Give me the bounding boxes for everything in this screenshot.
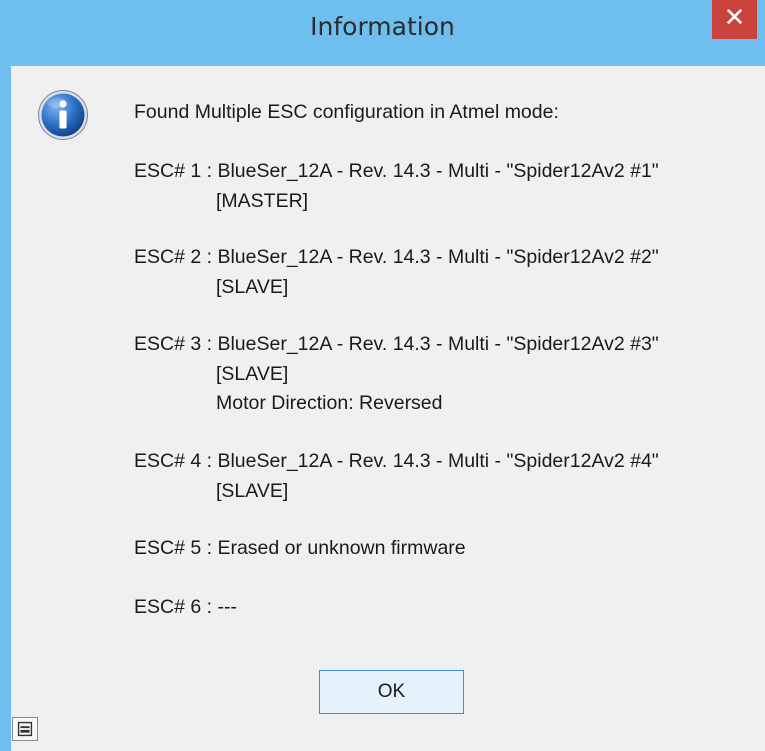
message-line: [SLAVE] [216,480,289,502]
message-line: Motor Direction: Reversed [216,392,443,414]
message-line: ESC# 1 : BlueSer_12A - Rev. 14.3 - Multi… [134,160,659,182]
message-line: [MASTER] [216,190,309,212]
window-status-icon[interactable] [12,717,38,741]
message-line: ESC# 2 : BlueSer_12A - Rev. 14.3 - Multi… [134,246,659,268]
ok-button[interactable]: OK [319,670,464,714]
message-line: ESC# 4 : BlueSer_12A - Rev. 14.3 - Multi… [134,450,659,472]
information-dialog: Information ✕ Found Multiple ESC configu… [0,0,765,751]
dialog-body: Found Multiple ESC configuration in Atme… [11,66,765,751]
message-line: ESC# 5 : Erased or unknown firmware [134,537,466,559]
message-header: Found Multiple ESC configuration in Atme… [134,101,559,123]
info-icon [38,90,88,140]
message-line: ESC# 6 : --- [134,596,237,618]
dialog-title: Information [310,12,455,41]
close-icon: ✕ [723,3,746,33]
title-bar[interactable]: Information ✕ [0,0,765,66]
message-line: ESC# 3 : BlueSer_12A - Rev. 14.3 - Multi… [134,333,659,355]
message-line: [SLAVE] [216,363,289,385]
close-button[interactable]: ✕ [712,0,757,39]
message-line: [SLAVE] [216,276,289,298]
